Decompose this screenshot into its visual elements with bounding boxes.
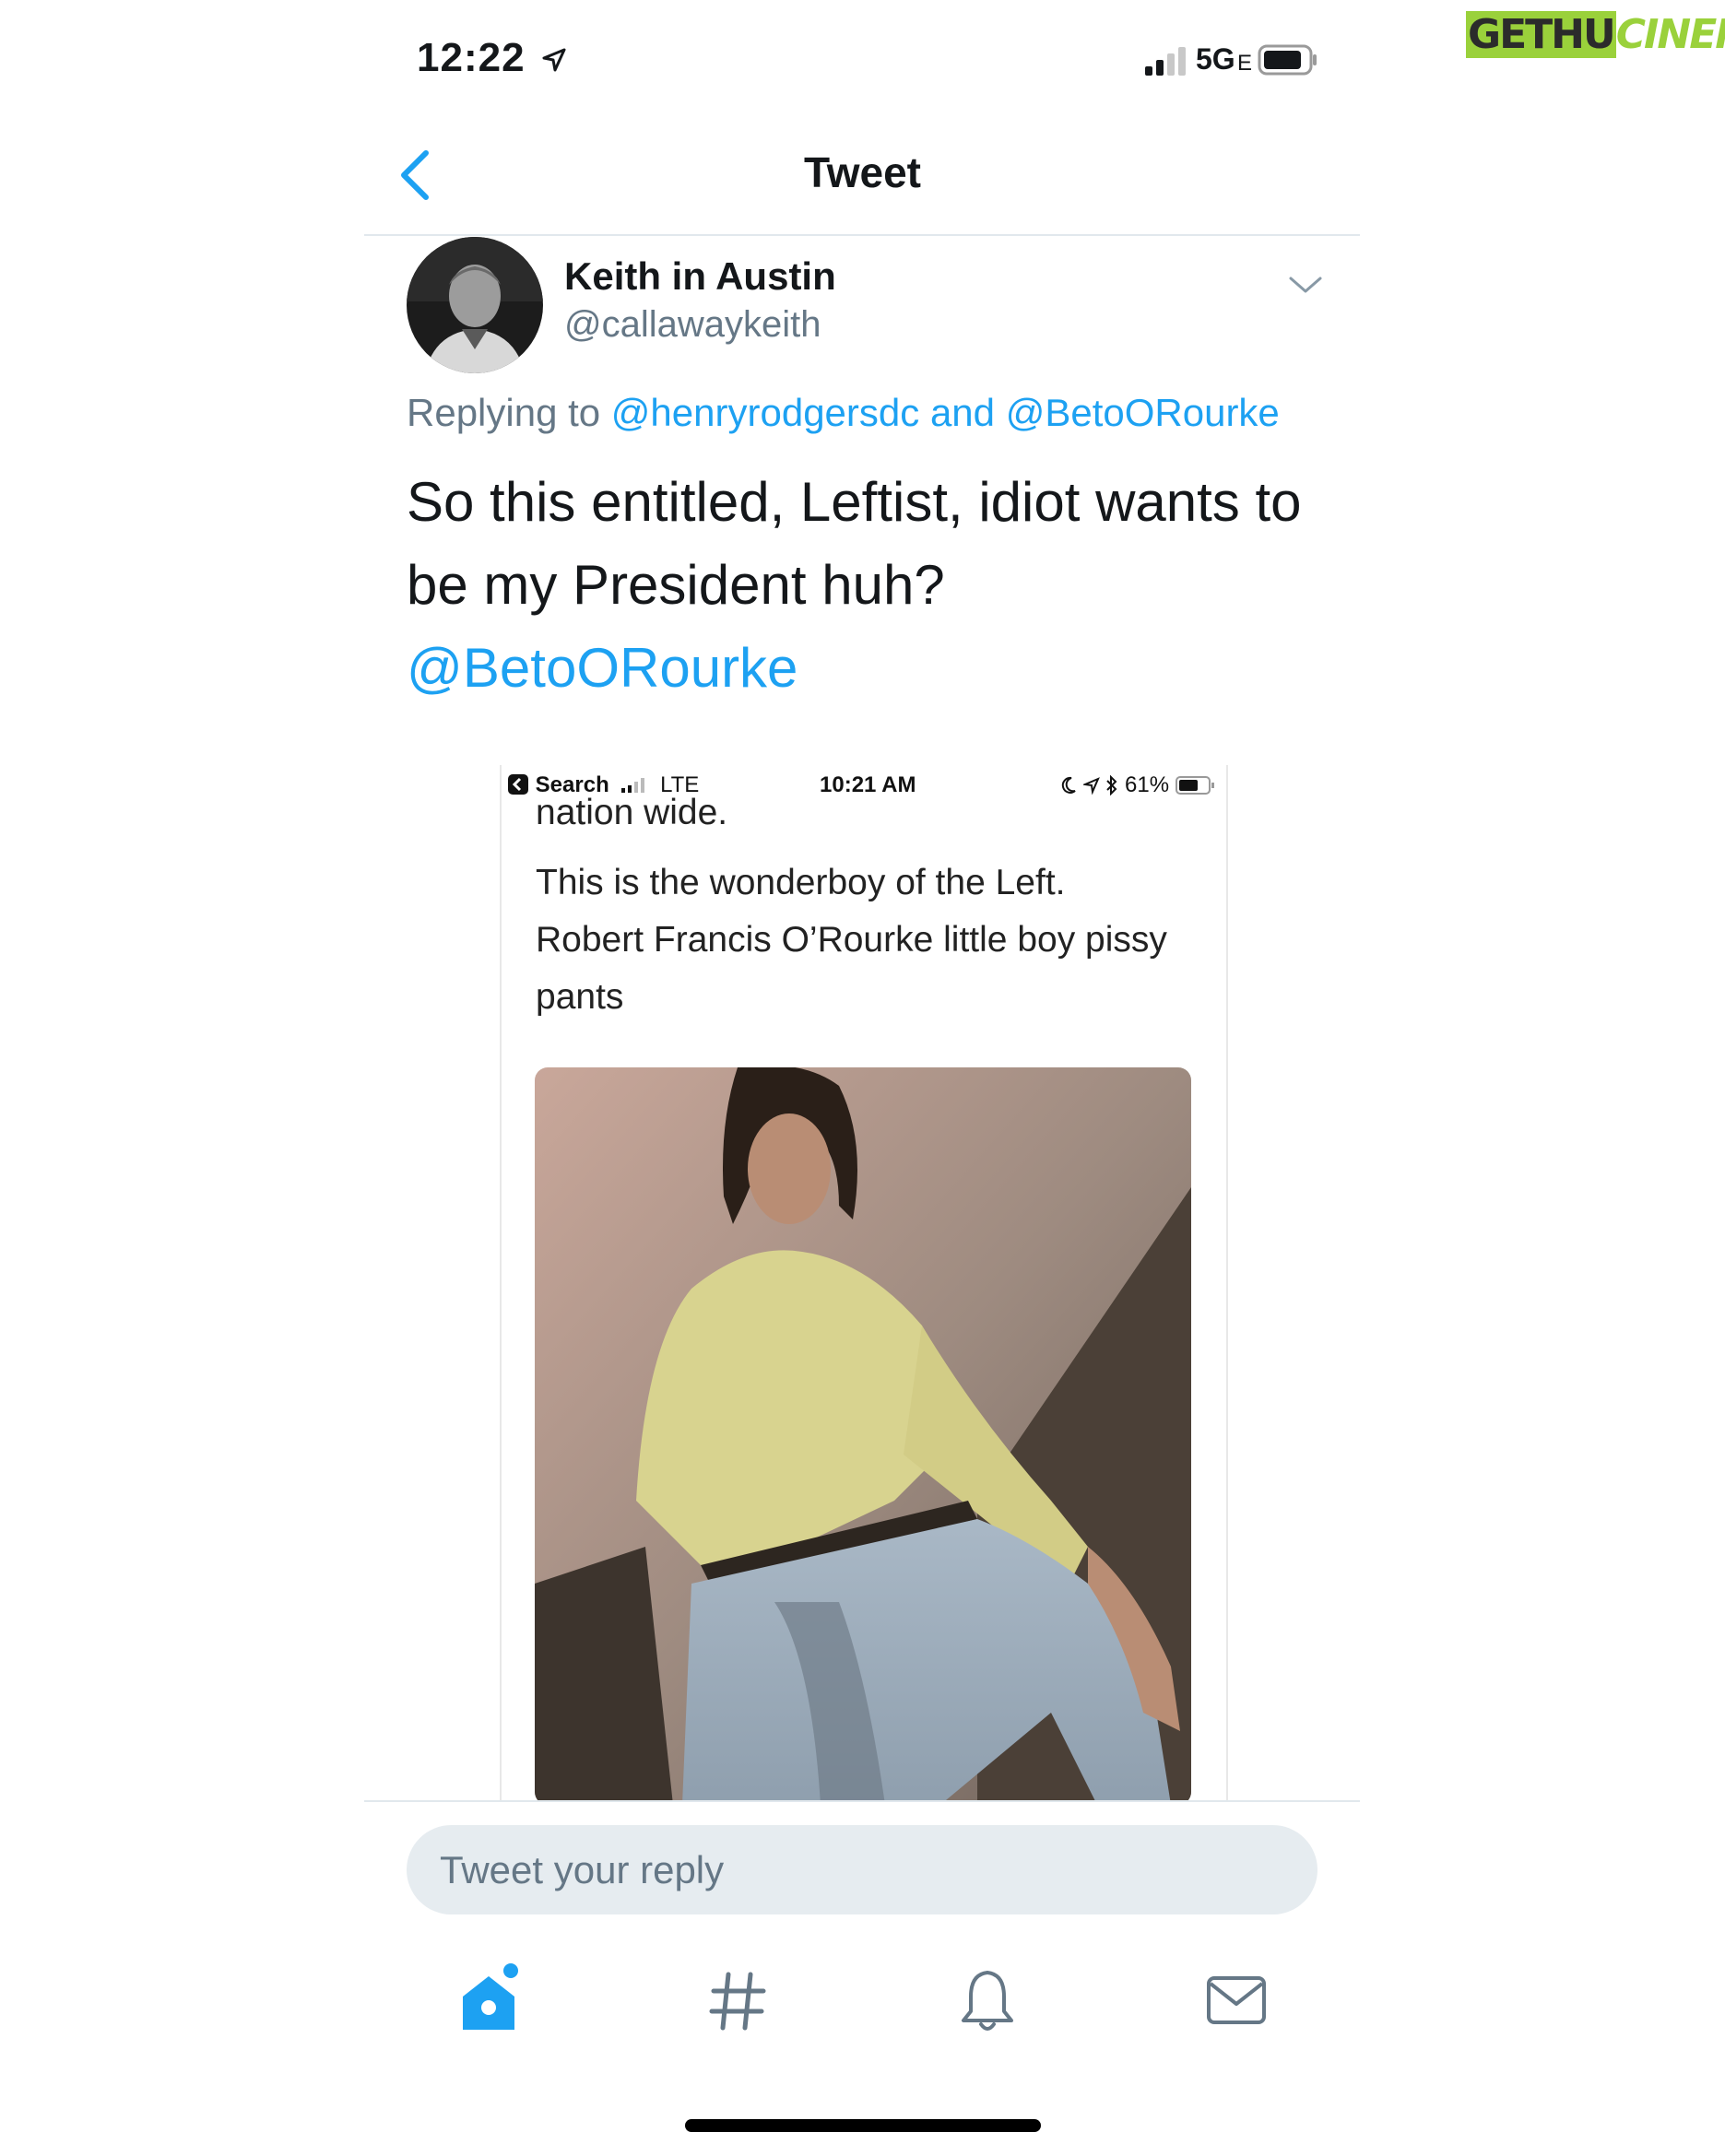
tweet-mention-link[interactable]: @BetoORourke: [407, 627, 1310, 710]
home-indicator: [685, 2119, 1041, 2132]
battery-icon: [1258, 44, 1317, 76]
embedded-text-line: nation wide.: [536, 793, 728, 832]
moon-icon: [1061, 776, 1076, 794]
watermark-logo: GETHUCINEMA: [1466, 7, 1725, 65]
location-arrow-icon: [542, 48, 566, 72]
network-suffix: E: [1237, 51, 1253, 76]
author-handle[interactable]: @callawaykeith: [564, 304, 821, 346]
network-label: 5G: [1196, 42, 1235, 76]
tab-notifications[interactable]: [951, 1963, 1024, 2037]
signal-bars-icon: [1145, 47, 1186, 76]
reply-input[interactable]: [407, 1825, 1317, 1914]
signal-bars-icon: [621, 778, 645, 793]
replying-and: and: [929, 391, 996, 434]
avatar[interactable]: [407, 237, 543, 373]
replying-to: Replying to @henryrodgersdc and @BetoORo…: [407, 391, 1280, 435]
embedded-photo: [535, 1067, 1191, 1802]
bell-icon: [962, 1971, 1013, 2031]
tab-explore[interactable]: [701, 1963, 774, 2037]
home-icon: [463, 1963, 518, 2030]
hashtag-icon: [709, 1972, 766, 2031]
tweet-media-image[interactable]: Search LTE 10:21 AM 61% nation wide. Thi…: [500, 765, 1228, 1802]
author-name[interactable]: Keith in Austin: [564, 254, 836, 299]
replying-prefix: Replying to: [407, 391, 601, 434]
page-title: Tweet: [804, 148, 921, 196]
embedded-status-time: 10:21 AM: [820, 772, 916, 797]
watermark-part1: GETHU: [1466, 11, 1616, 58]
header-divider: [364, 234, 1360, 236]
location-arrow-icon: [1081, 777, 1100, 795]
tab-messages[interactable]: [1199, 1963, 1273, 2037]
status-time: 12:22: [417, 35, 567, 81]
embedded-status-battery: 61%: [1125, 772, 1170, 797]
embedded-text-line: pants: [536, 977, 624, 1017]
tab-home[interactable]: [452, 1963, 526, 2037]
chevron-down-icon[interactable]: [1287, 273, 1324, 297]
tweet-text-line: So this entitled, Leftist, idiot wants t…: [407, 471, 1302, 533]
watermark-part2: CINEMA: [1615, 11, 1725, 58]
battery-icon: [1175, 776, 1214, 795]
bluetooth-icon: [1106, 774, 1117, 796]
reply-divider: [364, 1800, 1360, 1802]
replying-user-link[interactable]: @BetoORourke: [1006, 391, 1280, 434]
replying-user-link[interactable]: @henryrodgersdc: [611, 391, 919, 434]
tweet-text-line: be my President huh?: [407, 554, 945, 616]
embedded-text-line: Robert Francis O’Rourke little boy pissy: [536, 920, 1167, 960]
mail-icon: [1207, 1976, 1266, 2024]
status-time-text: 12:22: [417, 35, 526, 80]
embedded-text-line: This is the wonderboy of the Left.: [536, 863, 1066, 902]
tweet-text: So this entitled, Leftist, idiot wants t…: [407, 461, 1310, 710]
embedded-status-right: 61%: [1060, 772, 1216, 798]
back-arrow-icon: [508, 774, 528, 795]
